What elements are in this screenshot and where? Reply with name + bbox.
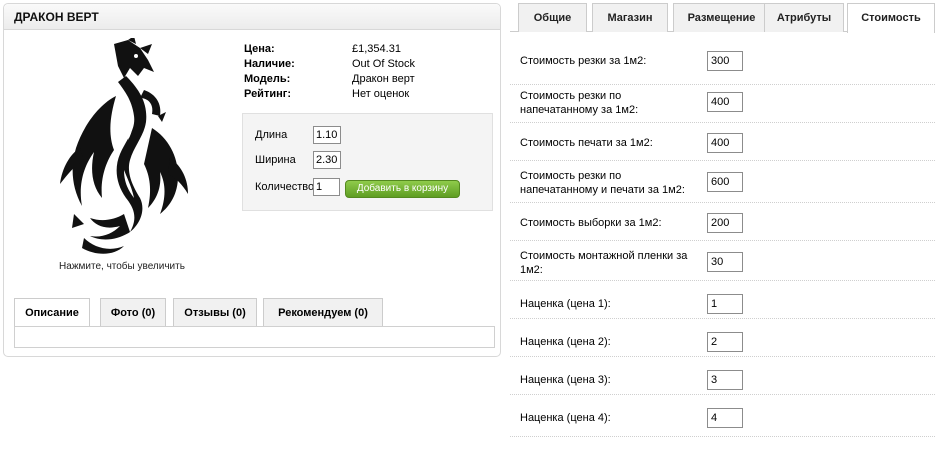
tab-recommended[interactable]: Рекомендуем (0) xyxy=(263,298,383,326)
markup-3-label: Наценка (цена 3): xyxy=(520,374,611,386)
mounting-film-cost-label: Стоимость монтажной пленки за 1м2: xyxy=(520,250,688,276)
printing-cost-input[interactable] xyxy=(707,133,743,153)
print-cutting-cost-input[interactable] xyxy=(707,92,743,112)
add-to-cart-box: Длина Ширина Количество: Добавить в корз… xyxy=(242,113,493,211)
print-cutting-printing-cost-input[interactable] xyxy=(707,172,743,192)
model-value: Дракон верт xyxy=(352,73,415,85)
admin-tabs: Общие Магазин Размещение Атрибуты Стоимо… xyxy=(510,0,935,33)
rating-label: Рейтинг: xyxy=(244,88,291,100)
mounting-film-cost-input[interactable] xyxy=(707,252,743,272)
tab-store[interactable]: Магазин xyxy=(592,3,668,32)
markup-1-label: Наценка (цена 1): xyxy=(520,298,611,310)
info-row-availability: Наличие: Out Of Stock xyxy=(244,58,415,73)
add-to-cart-button[interactable]: Добавить в корзину xyxy=(345,180,460,198)
cutting-cost-input[interactable] xyxy=(707,51,743,71)
model-label: Модель: xyxy=(244,73,291,85)
markup-1-input[interactable] xyxy=(707,294,743,314)
cost-row-print-cutting: Стоимость резки по напечатанному за 1м2: xyxy=(510,85,935,123)
cost-row-weeding: Стоимость выборки за 1м2: xyxy=(510,203,935,241)
print-cutting-printing-cost-label: Стоимость резки по напечатанному и печат… xyxy=(520,170,685,196)
cost-row-printing: Стоимость печати за 1м2: xyxy=(510,123,935,161)
markup-2-input[interactable] xyxy=(707,332,743,352)
availability-label: Наличие: xyxy=(244,58,295,70)
markup-row-1: Наценка (цена 1): xyxy=(510,281,935,319)
markup-row-4: Наценка (цена 4): xyxy=(510,395,935,437)
markup-row-2: Наценка (цена 2): xyxy=(510,319,935,357)
tab-attributes[interactable]: Атрибуты xyxy=(764,3,844,32)
product-header: ДРАКОН ВЕРТ xyxy=(4,4,500,30)
info-row-model: Модель: Дракон верт xyxy=(244,73,415,88)
tab-photos[interactable]: Фото (0) xyxy=(100,298,166,326)
cost-row-mounting-film: Стоимость монтажной пленки за 1м2: xyxy=(510,241,935,281)
price-value: £1,354.31 xyxy=(352,43,401,55)
tab-reviews[interactable]: Отзывы (0) xyxy=(173,298,257,326)
tab-general[interactable]: Общие xyxy=(518,3,587,32)
weeding-cost-label: Стоимость выборки за 1м2: xyxy=(520,217,662,229)
image-zoom-caption[interactable]: Нажмите, чтобы увеличить xyxy=(22,261,222,272)
width-label: Ширина xyxy=(255,154,296,166)
product-title: ДРАКОН ВЕРТ xyxy=(14,10,99,24)
quantity-label: Количество: xyxy=(255,181,318,193)
info-row-rating: Рейтинг: Нет оценок xyxy=(244,88,415,103)
cost-row-cutting: Стоимость резки за 1м2: xyxy=(510,43,935,85)
dragon-tattoo-image xyxy=(60,36,188,254)
print-cutting-cost-label: Стоимость резки по напечатанному за 1м2: xyxy=(520,90,639,116)
product-info-table: Цена: £1,354.31 Наличие: Out Of Stock Мо… xyxy=(244,43,415,103)
length-label: Длина xyxy=(255,129,288,141)
info-row-price: Цена: £1,354.31 xyxy=(244,43,415,58)
price-label: Цена: xyxy=(244,43,275,55)
markup-4-input[interactable] xyxy=(707,408,743,428)
tab-content-panel xyxy=(14,326,495,348)
markup-3-input[interactable] xyxy=(707,370,743,390)
rating-value: Нет оценок xyxy=(352,88,410,100)
availability-value: Out Of Stock xyxy=(352,58,415,70)
markup-4-label: Наценка (цена 4): xyxy=(520,412,611,424)
product-image[interactable] xyxy=(44,36,204,258)
tab-description[interactable]: Описание xyxy=(14,298,90,327)
quantity-input[interactable] xyxy=(313,178,340,196)
tab-placement[interactable]: Размещение xyxy=(673,3,770,32)
width-input[interactable] xyxy=(313,151,341,169)
tab-cost[interactable]: Стоимость xyxy=(847,3,935,33)
cutting-cost-label: Стоимость резки за 1м2: xyxy=(520,55,647,67)
markup-row-3: Наценка (цена 3): xyxy=(510,357,935,395)
length-input[interactable] xyxy=(313,126,341,144)
markup-2-label: Наценка (цена 2): xyxy=(520,336,611,348)
printing-cost-label: Стоимость печати за 1м2: xyxy=(520,137,653,149)
cost-row-print-cutting-printing: Стоимость резки по напечатанному и печат… xyxy=(510,161,935,203)
product-box: ДРАКОН ВЕРТ Нажмите, чтобы увеличить Цен… xyxy=(3,3,501,357)
weeding-cost-input[interactable] xyxy=(707,213,743,233)
